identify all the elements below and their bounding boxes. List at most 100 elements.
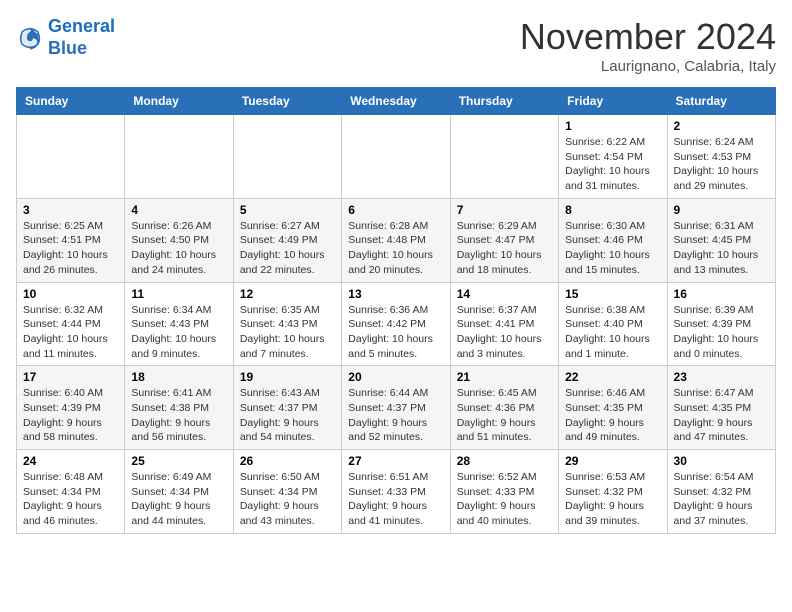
day-number: 5 [240,203,335,217]
calendar-cell: 19 Sunrise: 6:43 AMSunset: 4:37 PMDayligh… [233,366,341,450]
calendar-cell: 30 Sunrise: 6:54 AMSunset: 4:32 PMDayligh… [667,450,775,534]
day-info: Sunrise: 6:46 AMSunset: 4:35 PMDaylight:… [565,386,660,445]
calendar-table: SundayMondayTuesdayWednesdayThursdayFrid… [16,87,776,534]
week-row-4: 17 Sunrise: 6:40 AMSunset: 4:39 PMDayligh… [17,366,776,450]
calendar-cell: 8Sunrise: 6:30 AMSunset: 4:46 PMDaylight… [559,198,667,282]
day-info: Sunrise: 6:31 AMSunset: 4:45 PMDaylight:… [674,219,769,278]
weekday-header-saturday: Saturday [667,88,775,115]
day-info: Sunrise: 6:35 AMSunset: 4:43 PMDaylight:… [240,303,335,362]
page-header: General Blue November 2024 Laurignano, C… [16,16,776,75]
calendar-cell [233,115,341,199]
week-row-5: 24 Sunrise: 6:48 AMSunset: 4:34 PMDayligh… [17,450,776,534]
calendar-cell: 10Sunrise: 6:32 AMSunset: 4:44 PMDayligh… [17,282,125,366]
calendar-cell [17,115,125,199]
title-block: November 2024 Laurignano, Calabria, Ital… [520,16,776,75]
day-number: 21 [457,370,552,384]
day-info: Sunrise: 6:38 AMSunset: 4:40 PMDaylight:… [565,303,660,362]
calendar-cell: 9 Sunrise: 6:31 AMSunset: 4:45 PMDaylight… [667,198,775,282]
calendar-cell: 4 Sunrise: 6:26 AMSunset: 4:50 PMDaylight… [125,198,233,282]
day-info: Sunrise: 6:52 AMSunset: 4:33 PMDaylight:… [457,470,552,529]
day-number: 10 [23,287,118,301]
day-number: 19 [240,370,335,384]
day-info: Sunrise: 6:24 AMSunset: 4:53 PMDaylight:… [674,135,769,194]
calendar-cell: 22Sunrise: 6:46 AMSunset: 4:35 PMDayligh… [559,366,667,450]
day-number: 14 [457,287,552,301]
month-title: November 2024 [520,16,776,58]
day-info: Sunrise: 6:45 AMSunset: 4:36 PMDaylight:… [457,386,552,445]
day-number: 6 [348,203,443,217]
day-info: Sunrise: 6:51 AMSunset: 4:33 PMDaylight:… [348,470,443,529]
calendar-cell: 17 Sunrise: 6:40 AMSunset: 4:39 PMDayligh… [17,366,125,450]
day-info: Sunrise: 6:41 AMSunset: 4:38 PMDaylight:… [131,386,226,445]
day-info: Sunrise: 6:40 AMSunset: 4:39 PMDaylight:… [23,386,118,445]
calendar-cell: 28 Sunrise: 6:52 AMSunset: 4:33 PMDayligh… [450,450,558,534]
calendar-cell: 21 Sunrise: 6:45 AMSunset: 4:36 PMDayligh… [450,366,558,450]
logo: General Blue [16,16,115,59]
day-info: Sunrise: 6:50 AMSunset: 4:34 PMDaylight:… [240,470,335,529]
day-info: Sunrise: 6:39 AMSunset: 4:39 PMDaylight:… [674,303,769,362]
calendar-cell: 7Sunrise: 6:29 AMSunset: 4:47 PMDaylight… [450,198,558,282]
weekday-header-tuesday: Tuesday [233,88,341,115]
calendar-cell: 23 Sunrise: 6:47 AMSunset: 4:35 PMDayligh… [667,366,775,450]
day-number: 9 [674,203,769,217]
logo-icon [16,24,44,52]
location-subtitle: Laurignano, Calabria, Italy [520,58,776,75]
calendar-cell: 2 Sunrise: 6:24 AMSunset: 4:53 PMDaylight… [667,115,775,199]
calendar-cell [342,115,450,199]
day-number: 16 [674,287,769,301]
day-number: 18 [131,370,226,384]
day-number: 1 [565,119,660,133]
day-number: 23 [674,370,769,384]
weekday-header-monday: Monday [125,88,233,115]
calendar-cell [450,115,558,199]
day-info: Sunrise: 6:26 AMSunset: 4:50 PMDaylight:… [131,219,226,278]
day-number: 25 [131,454,226,468]
week-row-1: 1Sunrise: 6:22 AMSunset: 4:54 PMDaylight… [17,115,776,199]
day-info: Sunrise: 6:54 AMSunset: 4:32 PMDaylight:… [674,470,769,529]
calendar-cell: 11 Sunrise: 6:34 AMSunset: 4:43 PMDayligh… [125,282,233,366]
day-number: 20 [348,370,443,384]
day-info: Sunrise: 6:28 AMSunset: 4:48 PMDaylight:… [348,219,443,278]
day-number: 11 [131,287,226,301]
day-info: Sunrise: 6:36 AMSunset: 4:42 PMDaylight:… [348,303,443,362]
calendar-cell: 20 Sunrise: 6:44 AMSunset: 4:37 PMDayligh… [342,366,450,450]
day-number: 24 [23,454,118,468]
day-number: 13 [348,287,443,301]
day-info: Sunrise: 6:25 AMSunset: 4:51 PMDaylight:… [23,219,118,278]
calendar-cell: 27Sunrise: 6:51 AMSunset: 4:33 PMDayligh… [342,450,450,534]
calendar-cell: 1Sunrise: 6:22 AMSunset: 4:54 PMDaylight… [559,115,667,199]
calendar-cell: 29Sunrise: 6:53 AMSunset: 4:32 PMDayligh… [559,450,667,534]
day-info: Sunrise: 6:49 AMSunset: 4:34 PMDaylight:… [131,470,226,529]
calendar-cell: 25 Sunrise: 6:49 AMSunset: 4:34 PMDayligh… [125,450,233,534]
day-info: Sunrise: 6:34 AMSunset: 4:43 PMDaylight:… [131,303,226,362]
day-number: 4 [131,203,226,217]
calendar-cell: 18 Sunrise: 6:41 AMSunset: 4:38 PMDayligh… [125,366,233,450]
weekday-header-wednesday: Wednesday [342,88,450,115]
day-info: Sunrise: 6:29 AMSunset: 4:47 PMDaylight:… [457,219,552,278]
logo-text: General Blue [48,16,115,59]
day-number: 3 [23,203,118,217]
calendar-cell [125,115,233,199]
day-info: Sunrise: 6:47 AMSunset: 4:35 PMDaylight:… [674,386,769,445]
weekday-header-thursday: Thursday [450,88,558,115]
day-info: Sunrise: 6:48 AMSunset: 4:34 PMDaylight:… [23,470,118,529]
weekday-header-friday: Friday [559,88,667,115]
calendar-cell: 3 Sunrise: 6:25 AMSunset: 4:51 PMDaylight… [17,198,125,282]
calendar-cell: 13 Sunrise: 6:36 AMSunset: 4:42 PMDayligh… [342,282,450,366]
day-info: Sunrise: 6:44 AMSunset: 4:37 PMDaylight:… [348,386,443,445]
calendar-cell: 26Sunrise: 6:50 AMSunset: 4:34 PMDayligh… [233,450,341,534]
day-number: 15 [565,287,660,301]
calendar-cell: 15 Sunrise: 6:38 AMSunset: 4:40 PMDayligh… [559,282,667,366]
day-number: 28 [457,454,552,468]
day-number: 30 [674,454,769,468]
day-number: 17 [23,370,118,384]
calendar-cell: 24 Sunrise: 6:48 AMSunset: 4:34 PMDayligh… [17,450,125,534]
day-info: Sunrise: 6:27 AMSunset: 4:49 PMDaylight:… [240,219,335,278]
day-info: Sunrise: 6:53 AMSunset: 4:32 PMDaylight:… [565,470,660,529]
day-info: Sunrise: 6:43 AMSunset: 4:37 PMDaylight:… [240,386,335,445]
day-number: 2 [674,119,769,133]
week-row-2: 3 Sunrise: 6:25 AMSunset: 4:51 PMDaylight… [17,198,776,282]
weekday-header-sunday: Sunday [17,88,125,115]
calendar-cell: 6 Sunrise: 6:28 AMSunset: 4:48 PMDaylight… [342,198,450,282]
calendar-cell: 5 Sunrise: 6:27 AMSunset: 4:49 PMDaylight… [233,198,341,282]
